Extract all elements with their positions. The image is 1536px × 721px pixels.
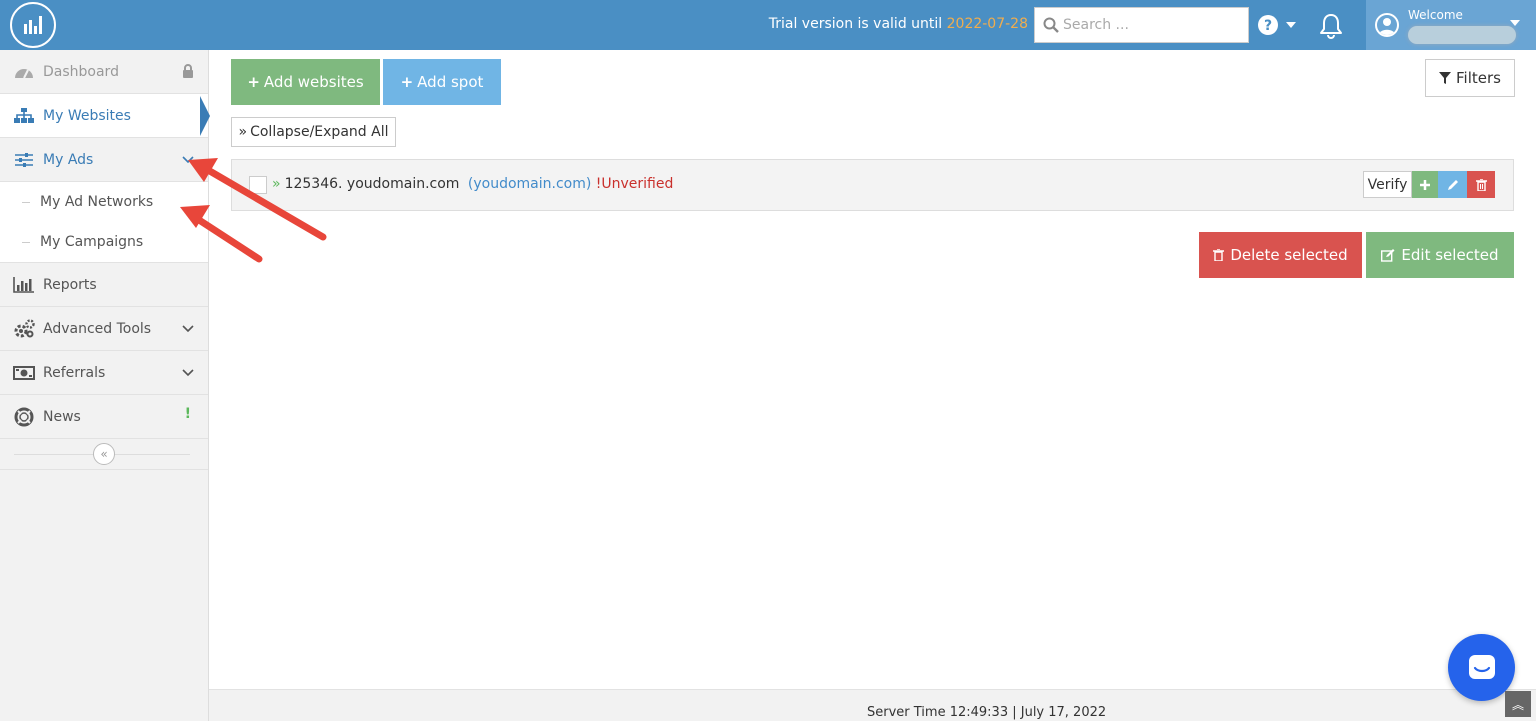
sidebar-item-my-ads[interactable]: My Ads xyxy=(0,138,208,182)
edit-selected-button[interactable]: Edit selected xyxy=(1366,232,1514,278)
delete-selected-button[interactable]: Delete selected xyxy=(1199,232,1362,278)
trash-icon xyxy=(1213,249,1225,261)
chevron-down-icon[interactable] xyxy=(182,152,194,168)
bell-icon[interactable] xyxy=(1319,13,1343,43)
search-box[interactable] xyxy=(1034,7,1249,43)
sliders-icon xyxy=(13,150,35,170)
footer: Server Time 12:49:33 | July 17, 2022 xyxy=(209,689,1536,721)
website-link[interactable]: (youdomain.com) xyxy=(468,176,591,192)
add-spot-label: Add spot xyxy=(417,73,484,91)
sidebar-item-label: My Ad Networks xyxy=(40,194,154,210)
verify-button[interactable]: Verify xyxy=(1363,171,1412,198)
plus-icon xyxy=(1420,179,1430,190)
annotation-arrows xyxy=(180,158,327,263)
filter-icon xyxy=(1439,72,1452,84)
collapse-expand-label: Collapse/Expand All xyxy=(250,124,389,140)
chevron-down-icon[interactable] xyxy=(182,321,194,337)
avatar xyxy=(1375,13,1399,37)
filters-button[interactable]: Filters xyxy=(1425,59,1515,97)
trial-text: Trial version is valid until xyxy=(768,16,943,32)
delete-selected-label: Delete selected xyxy=(1230,246,1348,264)
trial-date: 2022-07-28 xyxy=(946,16,1028,32)
sidebar-item-label: Reports xyxy=(43,276,97,293)
website-row: » 125346. youdomain.com (youdomain.com) !… xyxy=(231,159,1514,211)
sidebar-item-label: Advanced Tools xyxy=(43,320,152,337)
search-input[interactable] xyxy=(1063,17,1243,33)
caret-down-icon xyxy=(1286,22,1296,28)
help-menu[interactable]: ? xyxy=(1257,14,1297,36)
add-websites-button[interactable]: + Add websites xyxy=(231,59,380,105)
double-chevron-right-icon: » xyxy=(238,124,248,140)
logo-icon[interactable] xyxy=(10,2,56,48)
sidebar-collapse-row: « xyxy=(0,439,208,470)
life-ring-icon xyxy=(13,407,35,427)
sidebar-item-label: My Websites xyxy=(43,107,131,124)
website-status: !Unverified xyxy=(595,176,674,192)
add-spot-row-button[interactable] xyxy=(1412,171,1438,198)
lock-icon xyxy=(182,64,194,82)
chat-icon xyxy=(1468,654,1495,679)
sidebar-item-my-websites[interactable]: My Websites xyxy=(0,94,208,138)
sidebar-item-advanced-tools[interactable]: Advanced Tools xyxy=(0,307,208,351)
edit-selected-label: Edit selected xyxy=(1401,246,1499,264)
sidebar-item-label: Referrals xyxy=(43,364,106,381)
collapse-expand-button[interactable]: » Collapse/Expand All xyxy=(231,117,396,147)
edit-row-button[interactable] xyxy=(1438,171,1467,198)
sidebar: Dashboard My Websites My Ads My Ad Netwo… xyxy=(0,50,209,721)
user-menu[interactable]: Welcome xyxy=(1366,0,1536,50)
username-redacted xyxy=(1408,26,1516,44)
search-icon xyxy=(1043,17,1059,33)
sidebar-item-label: My Ads xyxy=(43,151,94,168)
collapse-sidebar-icon[interactable]: « xyxy=(93,443,115,465)
sitemap-icon xyxy=(13,106,35,126)
sidebar-item-my-ad-networks[interactable]: My Ad Networks xyxy=(0,182,208,222)
dashboard-icon xyxy=(13,62,35,82)
svg-text:?: ? xyxy=(1264,18,1272,34)
edit-icon xyxy=(1381,248,1395,262)
server-time: Server Time 12:49:33 | July 17, 2022 xyxy=(867,705,1107,720)
add-websites-label: Add websites xyxy=(263,73,364,91)
sidebar-item-dashboard[interactable]: Dashboard xyxy=(0,50,208,94)
add-spot-button[interactable]: + Add spot xyxy=(383,59,501,105)
plus-icon: + xyxy=(400,73,414,91)
website-checkbox[interactable] xyxy=(249,176,267,194)
pencil-icon xyxy=(1447,179,1458,190)
delete-row-button[interactable] xyxy=(1467,171,1495,198)
filters-label: Filters xyxy=(1456,69,1501,87)
sidebar-item-label: Dashboard xyxy=(43,63,119,80)
scroll-to-top-button[interactable]: ︽ xyxy=(1505,691,1531,717)
sidebar-item-label: My Campaigns xyxy=(40,234,144,250)
sidebar-item-label: News xyxy=(43,408,81,425)
sidebar-item-referrals[interactable]: Referrals xyxy=(0,351,208,395)
cogs-icon xyxy=(13,318,35,339)
question-circle-icon: ? xyxy=(1258,15,1278,35)
chevron-down-icon[interactable] xyxy=(182,365,194,381)
my-ads-submenu: My Ad Networks My Campaigns xyxy=(0,182,208,263)
trash-icon xyxy=(1475,178,1487,191)
sidebar-item-news[interactable]: News ! xyxy=(0,395,208,439)
website-row-actions: Verify xyxy=(1363,171,1495,198)
news-badge: ! xyxy=(184,406,191,422)
sidebar-item-my-campaigns[interactable]: My Campaigns xyxy=(0,222,208,262)
double-chevron-up-icon: ︽ xyxy=(1511,697,1524,712)
website-info: » 125346. youdomain.com (youdomain.com) !… xyxy=(272,176,673,192)
sidebar-item-reports[interactable]: Reports xyxy=(0,263,208,307)
trial-notice: Trial version is valid until 2022-07-28 xyxy=(769,16,1028,32)
plus-icon: + xyxy=(247,73,260,91)
website-name: 125346. youdomain.com xyxy=(284,176,460,192)
verify-label: Verify xyxy=(1367,176,1408,193)
top-navbar: Trial version is valid until 2022-07-28 … xyxy=(0,0,1536,50)
bar-chart-icon xyxy=(13,275,35,295)
expand-row-icon[interactable]: » xyxy=(272,176,281,192)
welcome-text: Welcome xyxy=(1408,8,1463,22)
money-icon xyxy=(13,363,35,383)
user-caret-icon xyxy=(1510,20,1520,26)
